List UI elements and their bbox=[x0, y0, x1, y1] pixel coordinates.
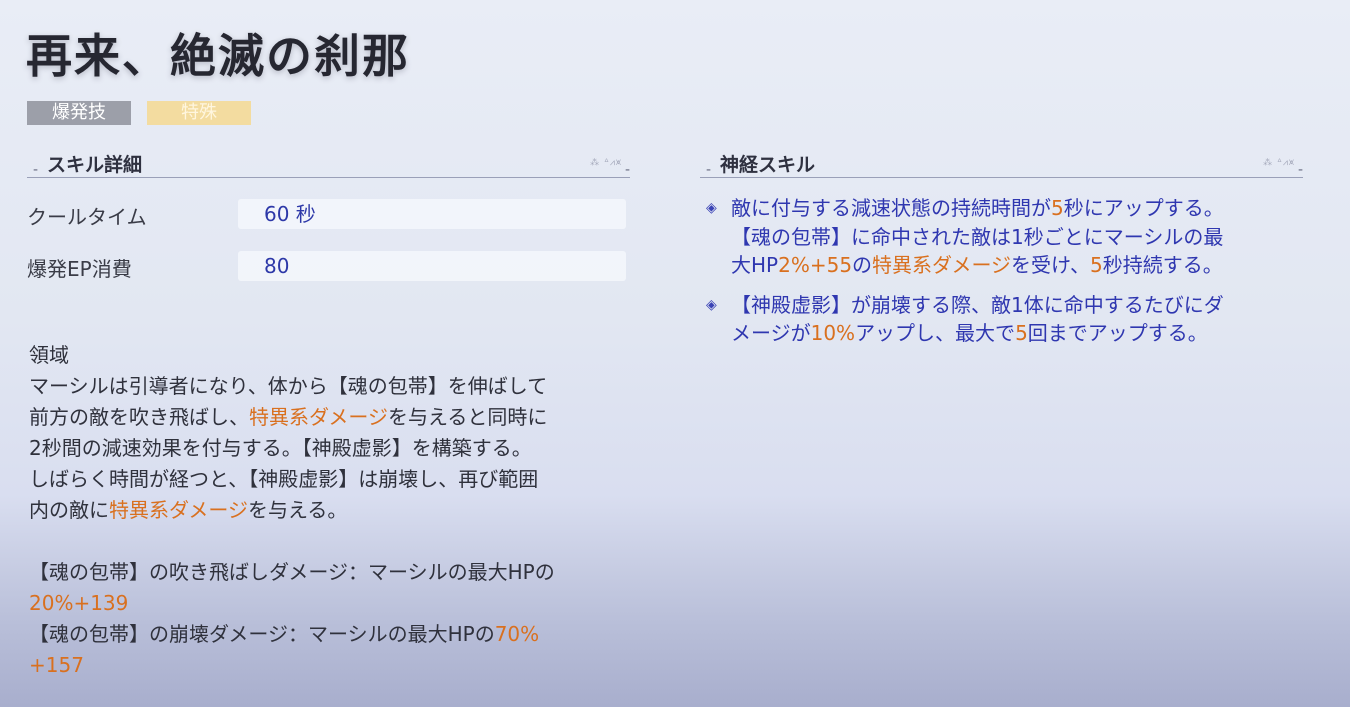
diamond-bullet-icon: ◈ bbox=[706, 296, 717, 313]
ep-cost-value: 80 bbox=[238, 251, 626, 281]
skill-detail-title: スキル詳細 bbox=[47, 154, 143, 176]
description-line: マーシルは引導者になり、体から【魂の包帯】を伸ばして bbox=[29, 374, 548, 398]
neural-skill-item: ◈ 敵に付与する減速状態の持続時間が5秒にアップする。 【魂の包帯】に命中された… bbox=[706, 194, 1306, 280]
highlight-text: 特異系ダメージ bbox=[109, 498, 248, 522]
highlight-text: 特異系ダメージ bbox=[872, 253, 1012, 277]
skill-title: 再来、絶滅の刹那 bbox=[26, 29, 410, 83]
description-line: しばらく時間が経つと、【神殿虚影】は崩壊し、再び範囲 bbox=[29, 467, 539, 491]
damage-line: 【魂の包帯】の吹き飛ばしダメージ：マーシルの最大HPの bbox=[29, 560, 555, 584]
skill-description: 領域 マーシルは引導者になり、体から【魂の包帯】を伸ばして 前方の敵を吹き飛ばし… bbox=[29, 340, 669, 681]
text-span: 秒持続する。 bbox=[1102, 253, 1223, 277]
text-span: を与える。 bbox=[248, 498, 348, 522]
neural-skill-title: 神経スキル bbox=[720, 154, 816, 176]
skill-detail-header: - スキル詳細 ⁂ ᐞ⩘⩙ - bbox=[27, 150, 630, 180]
cooldown-value: 60 秒 bbox=[238, 199, 626, 229]
highlight-text: 5 bbox=[1051, 196, 1064, 220]
text-span: メージが bbox=[731, 321, 811, 345]
text-span: の bbox=[852, 253, 873, 277]
highlight-text: 5 bbox=[1015, 321, 1028, 345]
damage-value: 70% bbox=[494, 622, 540, 646]
text-span: を与えると同時に bbox=[388, 405, 548, 429]
header-divider bbox=[27, 177, 630, 178]
neural-skill-header: - 神経スキル ⁂ ᐞ⩘⩙ - bbox=[700, 150, 1303, 180]
text-span: 敵に付与する減速状態の持続時間が bbox=[731, 196, 1051, 220]
header-ornament-icon: ⁂ ᐞ⩘⩙ bbox=[590, 158, 622, 168]
text-span: 【魂の包帯】の崩壊ダメージ：マーシルの最大HPの bbox=[29, 622, 495, 646]
highlight-text: 10% bbox=[810, 321, 856, 345]
highlight-text: 特異系ダメージ bbox=[249, 405, 388, 429]
highlight-text: 5 bbox=[1090, 253, 1103, 277]
description-heading: 領域 bbox=[29, 343, 69, 367]
description-line: 2秒間の減速効果を付与する。【神殿虚影】を構築する。 bbox=[29, 436, 532, 460]
header-tick-icon: - bbox=[624, 162, 630, 178]
skill-type-tag: 爆発技 bbox=[27, 101, 131, 125]
header-ornament-icon: ⁂ ᐞ⩘⩙ bbox=[1263, 158, 1295, 168]
damage-line: 【魂の包帯】の崩壊ダメージ：マーシルの最大HPの70% bbox=[29, 619, 669, 650]
damage-value: 20%+139 bbox=[29, 591, 129, 615]
description-line: 前方の敵を吹き飛ばし、特異系ダメージを与えると同時に bbox=[29, 402, 669, 433]
header-divider bbox=[700, 177, 1303, 178]
text-span: 前方の敵を吹き飛ばし、 bbox=[29, 405, 249, 429]
skill-attribute-tag: 特殊 bbox=[147, 101, 251, 125]
text-span: 【神殿虚影】が崩壊する際、敵1体に命中するたびにダ bbox=[731, 292, 1224, 317]
cooldown-label: クールタイム bbox=[27, 205, 147, 229]
diamond-bullet-icon: ◈ bbox=[706, 200, 717, 216]
neural-skill-item: ◈ 【神殿虚影】が崩壊する際、敵1体に命中するたびにダ メージが10%アップし、… bbox=[706, 291, 1306, 348]
text-span: 秒にアップする。 bbox=[1063, 196, 1224, 220]
neural-skill-list: ◈ 敵に付与する減速状態の持続時間が5秒にアップする。 【魂の包帯】に命中された… bbox=[706, 194, 1306, 359]
text-span: 内の敵に bbox=[29, 498, 109, 522]
ep-cost-label: 爆発EP消費 bbox=[27, 257, 132, 281]
header-tick-icon: - bbox=[706, 162, 712, 178]
header-tick-icon: - bbox=[1297, 162, 1303, 178]
description-line: 内の敵に特異系ダメージを与える。 bbox=[29, 495, 669, 526]
highlight-text: 2%+55 bbox=[778, 253, 853, 277]
text-span: アップし、最大で bbox=[855, 321, 1016, 345]
text-span: 回までアップする。 bbox=[1027, 321, 1208, 345]
text-span: を受け、 bbox=[1011, 253, 1091, 277]
damage-value: +157 bbox=[29, 653, 84, 677]
text-span: 大HP bbox=[731, 253, 779, 277]
text-span: 【魂の包帯】に命中された敵は1秒ごとにマーシルの最 bbox=[731, 224, 1224, 249]
header-tick-icon: - bbox=[33, 162, 39, 178]
